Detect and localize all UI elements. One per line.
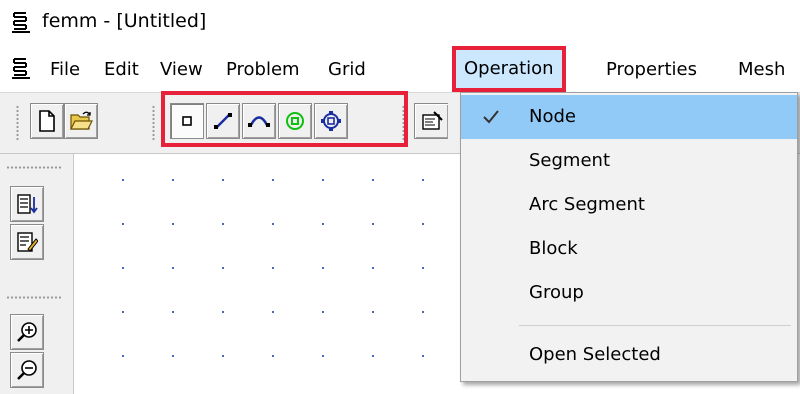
menu-edit[interactable]: Edit [104,56,139,84]
properties-icon [421,111,443,130]
new-file-icon [39,110,55,132]
menu-item-block[interactable]: Block [461,227,797,271]
left-toolbar-grip[interactable] [6,296,62,299]
left-toolbar-grip[interactable] [6,166,62,169]
list-down-icon [17,194,38,214]
menu-item-label: Group [529,282,584,303]
menu-item-label: Segment [529,150,610,171]
menu-item-node[interactable]: Node [461,95,797,139]
menu-item-open-selected[interactable]: Open Selected [461,333,797,377]
operation-menu-dropdown: Node Segment Arc Segment Block Group Ope… [460,92,798,382]
menu-item-segment[interactable]: Segment [461,139,797,183]
checkmark-icon [483,110,499,124]
menu-grid[interactable]: Grid [328,56,366,84]
properties-button[interactable] [414,103,448,139]
title-bar: femm - [Untitled] [0,0,800,42]
block-label-list-button[interactable] [10,186,44,222]
left-toolbar [0,154,74,394]
zoom-in-icon [17,322,37,342]
open-file-button[interactable] [64,103,98,139]
menu-properties[interactable]: Properties [606,56,697,84]
femm-app-icon [12,11,30,33]
menu-item-label: Arc Segment [529,194,645,215]
menu-item-label: Block [529,238,578,259]
menu-view[interactable]: View [160,56,203,84]
operation-buttons-highlight [161,91,408,147]
toolbar-grip[interactable] [152,105,155,141]
menu-item-group[interactable]: Group [461,271,797,315]
menu-problem[interactable]: Problem [226,56,300,84]
menu-file[interactable]: File [50,56,80,84]
menu-item-label: Open Selected [529,344,661,365]
toolbar-grip[interactable] [16,105,19,141]
menu-item-label: Node [529,106,576,127]
edit-pencil-icon [17,232,38,252]
open-folder-icon [70,111,93,130]
menu-mesh[interactable]: Mesh [738,56,785,84]
zoom-out-icon [17,360,37,380]
system-menu-icon[interactable] [10,56,32,80]
menu-separator [519,325,791,326]
edit-properties-button[interactable] [10,224,44,260]
menu-operation[interactable]: Operation [452,46,566,92]
menu-item-arc-segment[interactable]: Arc Segment [461,183,797,227]
zoom-in-button[interactable] [10,314,44,350]
zoom-out-button[interactable] [10,352,44,388]
new-file-button[interactable] [30,103,64,139]
menu-bar: File Edit View Problem Grid Operation Pr… [0,46,800,92]
window-title: femm - [Untitled] [42,10,207,32]
